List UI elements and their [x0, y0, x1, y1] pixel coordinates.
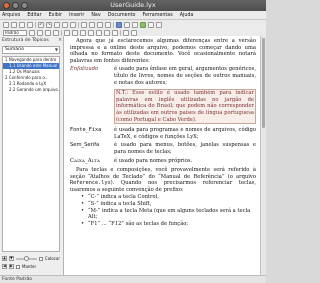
menu-arquivo[interactable]: Arquivo	[2, 11, 20, 19]
emphasis-icon[interactable]	[89, 21, 95, 28]
menu-ajuda[interactable]: Ajuda	[180, 11, 194, 19]
copy-icon[interactable]	[62, 21, 68, 28]
colocar-checkbox[interactable]	[38, 256, 43, 261]
depth-control: ▲ ▼ Colocar	[2, 255, 60, 261]
translator-note-row: N.T.: Esse estilo é usado também para in…	[70, 88, 256, 125]
menu-exibir[interactable]: Exibir	[49, 11, 63, 19]
new-document-icon[interactable]	[3, 21, 9, 28]
menu-documento[interactable]: Documento	[108, 11, 136, 19]
font-term: Caixa_Alta	[70, 157, 101, 164]
insert-table-icon[interactable]	[132, 21, 138, 28]
editor-scrollbar[interactable]	[260, 36, 266, 275]
outline-panel: Estrutura de Tópicos × Sumário ▼ 1 Naveg…	[0, 36, 64, 275]
toc-icon[interactable]	[156, 21, 162, 28]
intro-paragraph: Agora que já esclarecemos algumas difere…	[70, 38, 256, 64]
font-desc: é usado para nomes próprios.	[114, 157, 193, 164]
font-row-emph: Enfatizado é usado para ênfase em geral,…	[70, 66, 256, 86]
font-term: Enfatizado	[70, 66, 99, 73]
undo-icon[interactable]: ↶	[38, 21, 44, 28]
tree-node[interactable]: 2.2 Gerando um arquivo...	[3, 87, 59, 93]
close-window-button[interactable]	[3, 2, 10, 9]
font-term	[70, 88, 114, 125]
move-left-icon[interactable]: ◀	[2, 264, 7, 269]
key-prefix-list: “C-” indica a tecla Control, “S-” indica…	[70, 194, 256, 227]
chevron-down-icon: ▼	[54, 47, 58, 52]
document-editor[interactable]: Agora que já esclarecemos algumas difere…	[64, 36, 260, 275]
panel-title: Estrutura de Tópicos	[2, 38, 49, 43]
menu-nav[interactable]: Nav	[91, 11, 100, 19]
font-desc: é usado para ênfase em geral, argumentos…	[114, 66, 256, 86]
font-term: Fonte_Fixa	[70, 127, 102, 134]
manter-checkbox[interactable]	[16, 264, 20, 269]
title-bar: UserGuide.lyx	[0, 0, 266, 11]
toolbar-separator	[113, 21, 114, 28]
save-icon[interactable]	[19, 21, 25, 28]
outline-type-select[interactable]: Sumário ▼	[2, 46, 60, 54]
font-desc: é usada para programas e nomes de arquiv…	[114, 127, 256, 140]
manter-label: Manter	[22, 264, 37, 269]
paste-icon[interactable]	[70, 21, 76, 28]
outline-tree[interactable]: 1 Navegando para dentro 1.1 Usando este …	[2, 56, 60, 252]
insert-graphics-icon[interactable]	[124, 21, 130, 28]
colocar-label: Colocar	[44, 256, 60, 261]
main-toolbar: ↶ ↷	[0, 20, 266, 29]
find-icon[interactable]	[81, 21, 87, 28]
keep-control: ◀ ▶ Manter	[2, 264, 60, 269]
menu-inserir[interactable]: Inserir	[69, 11, 84, 19]
list-item: “F1” ... “F12” são as teclas de função;	[81, 221, 256, 228]
window-controls	[3, 2, 28, 9]
menu-editar[interactable]: Editar	[27, 11, 41, 19]
text-style-icon[interactable]	[105, 21, 111, 28]
font-term: Sem_Serifa	[70, 142, 100, 149]
status-bar: Fonte Padrão	[0, 275, 266, 283]
minimize-window-button[interactable]	[12, 2, 19, 9]
font-row-caps: Caixa_Alta é usado para nomes próprios.	[70, 158, 256, 165]
cut-icon[interactable]	[54, 21, 60, 28]
font-desc: é usado para menus, botões, janelas susp…	[114, 142, 256, 155]
menu-bar: Arquivo Editar Exibir Inserir Nav Docume…	[0, 11, 266, 20]
keys-paragraph: Para teclas e composições, você provavel…	[70, 167, 256, 193]
redo-icon[interactable]: ↷	[46, 21, 52, 28]
depth-slider[interactable]	[15, 255, 37, 261]
list-item: “M-” indica a tecla Meta (que em alguns …	[81, 208, 256, 221]
outline-type-value: Sumário	[5, 47, 25, 52]
keys-text-b: “Atalhos de Teclado” do “Manual de Refer…	[88, 173, 256, 180]
move-right-icon[interactable]: ▶	[9, 264, 14, 269]
scrollbar-thumb[interactable]	[262, 38, 265, 128]
move-down-icon[interactable]: ▼	[8, 256, 14, 261]
maximize-window-button[interactable]	[21, 2, 28, 9]
translator-note[interactable]: N.T.: Esse estilo é usado também para in…	[114, 89, 256, 125]
noun-icon[interactable]	[97, 21, 103, 28]
font-row-mono: Fonte_Fixa é usada para programas e nome…	[70, 127, 256, 140]
status-text: Fonte Padrão	[2, 277, 33, 282]
toolbar-separator	[78, 21, 79, 28]
window-title: UserGuide.lyx	[110, 1, 156, 9]
close-panel-icon[interactable]: ×	[58, 37, 62, 43]
math-icon[interactable]	[116, 21, 122, 28]
reference-filename: Reference.lyx	[70, 180, 111, 187]
font-row-sans: Sem_Serifa é usado para menus, botões, j…	[70, 142, 256, 155]
move-up-icon[interactable]: ▲	[2, 256, 7, 261]
toolbar-separator	[35, 21, 36, 28]
print-icon[interactable]	[27, 21, 33, 28]
document-body: Agora que já esclarecemos algumas difere…	[70, 38, 256, 227]
open-folder-icon[interactable]	[11, 21, 17, 28]
update-icon[interactable]	[148, 21, 154, 28]
view-pdf-icon[interactable]	[140, 21, 146, 28]
list-item: “S-” indica a tecla Shift,	[81, 201, 256, 208]
menu-ferramentas[interactable]: Ferramentas	[143, 11, 173, 19]
